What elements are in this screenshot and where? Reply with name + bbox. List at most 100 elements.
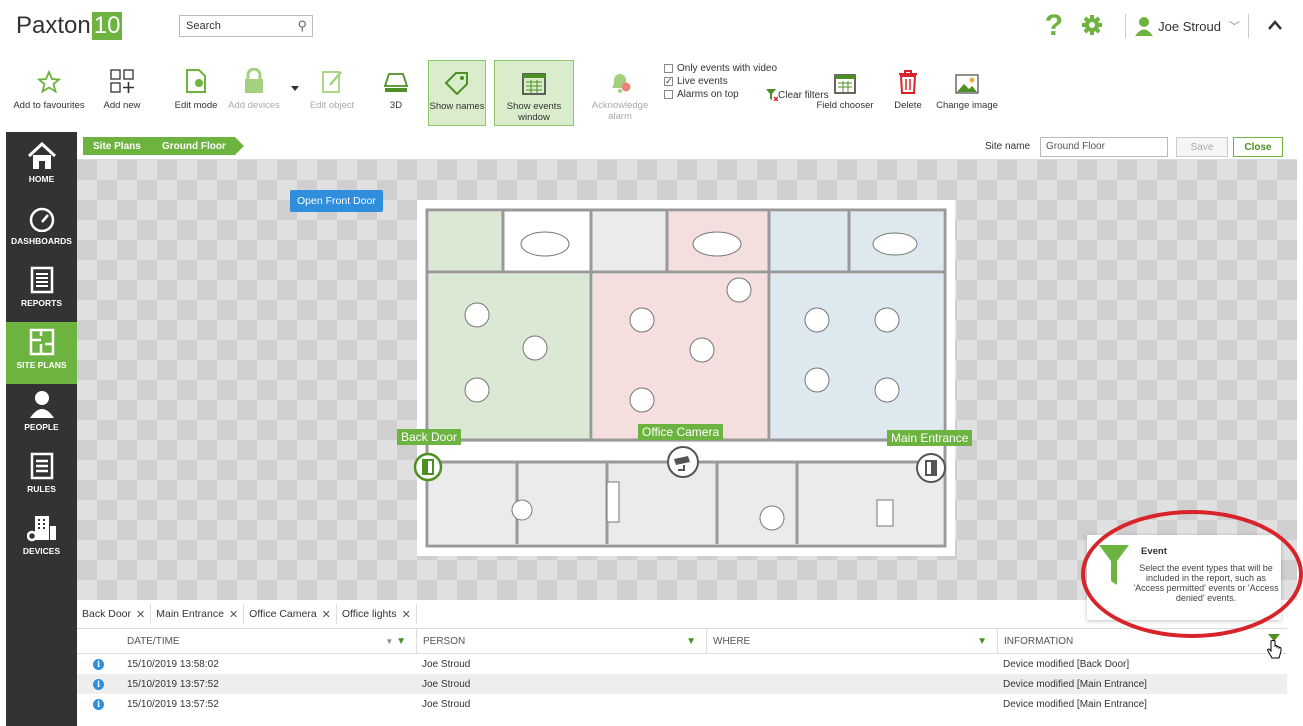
breadcrumb-ground-floor[interactable]: Ground Floor <box>144 137 244 155</box>
show-events-window-toggle[interactable]: Show events window <box>494 60 574 126</box>
column-header-label: PERSON <box>423 635 466 647</box>
bell-alarm-icon <box>586 60 654 94</box>
filter-icon[interactable]: ▼ <box>686 636 696 647</box>
nav-home-label: HOME <box>28 174 55 184</box>
add-devices-button[interactable]: Add devices <box>226 60 282 111</box>
event-options: Only events with video Live events Alarm… <box>664 62 777 101</box>
nav-devices-label: DEVICES <box>22 546 61 556</box>
camera-icon[interactable] <box>666 445 700 482</box>
ribbon-toolbar: Add to favourites Add new Edit mode Add … <box>6 48 1297 132</box>
column-header-datetime[interactable]: DATE/TIME ▼ ▼ <box>120 628 416 654</box>
3d-label: 3D <box>389 100 403 111</box>
site-name-input[interactable]: Ground Floor <box>1040 137 1168 157</box>
nav-dashboards[interactable]: DASHBOARDS <box>6 198 77 260</box>
filter-chip[interactable]: Office lights ✕ <box>337 604 417 624</box>
device-label-office-camera[interactable]: Office Camera <box>638 424 724 440</box>
show-names-label: Show names <box>429 101 485 112</box>
breadcrumb-root-label: Site Plans <box>93 140 141 152</box>
cell-datetime: 15/10/2019 13:57:52 <box>127 678 219 690</box>
clear-filter-icon <box>766 89 778 101</box>
column-header-information[interactable]: INFORMATION <box>997 628 1287 654</box>
door-icon[interactable] <box>413 452 443 485</box>
close-icon[interactable]: ✕ <box>322 608 331 621</box>
show-names-toggle[interactable]: Show names <box>428 60 486 126</box>
alarms-on-top-checkbox[interactable]: Alarms on top <box>664 88 777 101</box>
nav-devices[interactable]: DEVICES <box>6 508 77 570</box>
3d-button[interactable]: 3D <box>378 60 414 111</box>
nav-home[interactable]: HOME <box>6 136 77 198</box>
open-front-door-button[interactable]: Open Front Door <box>290 190 383 212</box>
only-events-video-checkbox[interactable]: Only events with video <box>664 62 777 75</box>
filter-chip[interactable]: Main Entrance ✕ <box>151 604 245 624</box>
home-icon <box>6 136 77 170</box>
search-input[interactable]: Search ⚲ <box>179 15 313 37</box>
user-menu[interactable]: Joe Stroud ﹀ <box>1134 16 1240 36</box>
add-devices-dropdown[interactable] <box>290 84 300 95</box>
divider <box>1248 14 1249 38</box>
filter-chip-label: Office Camera <box>249 608 317 620</box>
image-icon <box>934 60 1000 94</box>
close-icon[interactable]: ✕ <box>229 608 238 621</box>
sort-desc-filter-icon[interactable]: ▼ ▼ <box>385 636 406 647</box>
breadcrumb-bar: Site Plans Ground Floor Site name Ground… <box>77 132 1297 160</box>
top-right-controls: ? Joe Stroud ﹀ <box>1045 9 1283 43</box>
nav-rules[interactable]: RULES <box>6 446 77 508</box>
column-header-label: WHERE <box>713 635 751 647</box>
nav-rules-label: RULES <box>27 484 56 494</box>
nav-site-plans[interactable]: SITE PLANS <box>6 322 77 384</box>
settings-gear-icon[interactable] <box>1081 14 1103 39</box>
column-header-person[interactable]: PERSON ▼ <box>416 628 706 654</box>
checkbox[interactable] <box>664 64 673 73</box>
field-chooser-label: Field chooser <box>816 100 874 111</box>
checkbox[interactable] <box>664 90 673 99</box>
edit-object-button[interactable]: Edit object <box>304 60 360 111</box>
door-icon[interactable] <box>915 452 947 487</box>
column-header-where[interactable]: WHERE ▼ <box>706 628 997 654</box>
padlock-icon <box>226 60 282 94</box>
star-icon <box>12 60 86 94</box>
nav-reports[interactable]: REPORTS <box>6 260 77 322</box>
edit-mode-button[interactable]: Edit mode <box>170 60 222 111</box>
filter-chip[interactable]: Back Door ✕ <box>77 604 152 624</box>
table-row[interactable]: i 15/10/2019 13:58:02 Joe Stroud Device … <box>77 654 1287 674</box>
add-devices-label: Add devices <box>228 100 280 111</box>
nav-dashboards-label: DASHBOARDS <box>11 236 72 246</box>
delete-button[interactable]: Delete <box>888 60 928 111</box>
table-row[interactable]: i 15/10/2019 13:57:52 Joe Stroud Device … <box>77 694 1287 714</box>
device-label-main-entrance[interactable]: Main Entrance <box>887 430 973 446</box>
search-icon[interactable]: ⚲ <box>297 18 307 34</box>
events-window-icon <box>495 65 573 95</box>
report-icon <box>6 260 77 294</box>
add-to-favourites-button[interactable]: Add to favourites <box>12 60 86 111</box>
add-new-label: Add new <box>103 100 141 111</box>
filter-chip-label: Back Door <box>82 608 132 620</box>
save-button[interactable]: Save <box>1176 137 1228 157</box>
add-new-button[interactable]: Add new <box>102 60 142 111</box>
filter-chip-label: Main Entrance <box>156 608 224 620</box>
help-icon[interactable]: ? <box>1045 9 1063 43</box>
change-image-button[interactable]: Change image <box>934 60 1000 111</box>
cell-information: Device modified [Back Door] <box>1003 658 1130 670</box>
filter-icon[interactable]: ▼ <box>977 636 987 647</box>
nav-people[interactable]: PEOPLE <box>6 384 77 446</box>
field-chooser-button[interactable]: Field chooser <box>812 60 878 111</box>
tag-icon <box>429 65 485 95</box>
close-icon[interactable]: ✕ <box>136 608 145 621</box>
events-table: DATE/TIME ▼ ▼ PERSON ▼ WHERE ▼ INFORMATI… <box>77 628 1287 714</box>
table-row[interactable]: i 15/10/2019 13:57:52 Joe Stroud Device … <box>77 674 1287 694</box>
only-events-video-label: Only events with video <box>677 63 778 74</box>
device-label-back-door[interactable]: Back Door <box>397 429 462 445</box>
cell-person: Joe Stroud <box>422 658 471 670</box>
checkbox-checked[interactable] <box>664 75 673 88</box>
close-button[interactable]: Close <box>1233 137 1283 157</box>
filter-chip[interactable]: Office Camera ✕ <box>244 604 337 624</box>
live-events-checkbox[interactable]: Live events <box>664 75 777 88</box>
close-icon[interactable]: ✕ <box>402 608 411 621</box>
collapse-ribbon-icon[interactable] <box>1267 19 1283 34</box>
column-header-label: DATE/TIME <box>127 635 180 647</box>
search-placeholder: Search <box>186 20 221 32</box>
acknowledge-alarm-button[interactable]: Acknowledge alarm <box>586 60 654 122</box>
breadcrumb-site-plans[interactable]: Site Plans <box>83 137 155 155</box>
user-name: Joe Stroud <box>1158 18 1221 34</box>
edit-mode-icon <box>170 60 222 94</box>
